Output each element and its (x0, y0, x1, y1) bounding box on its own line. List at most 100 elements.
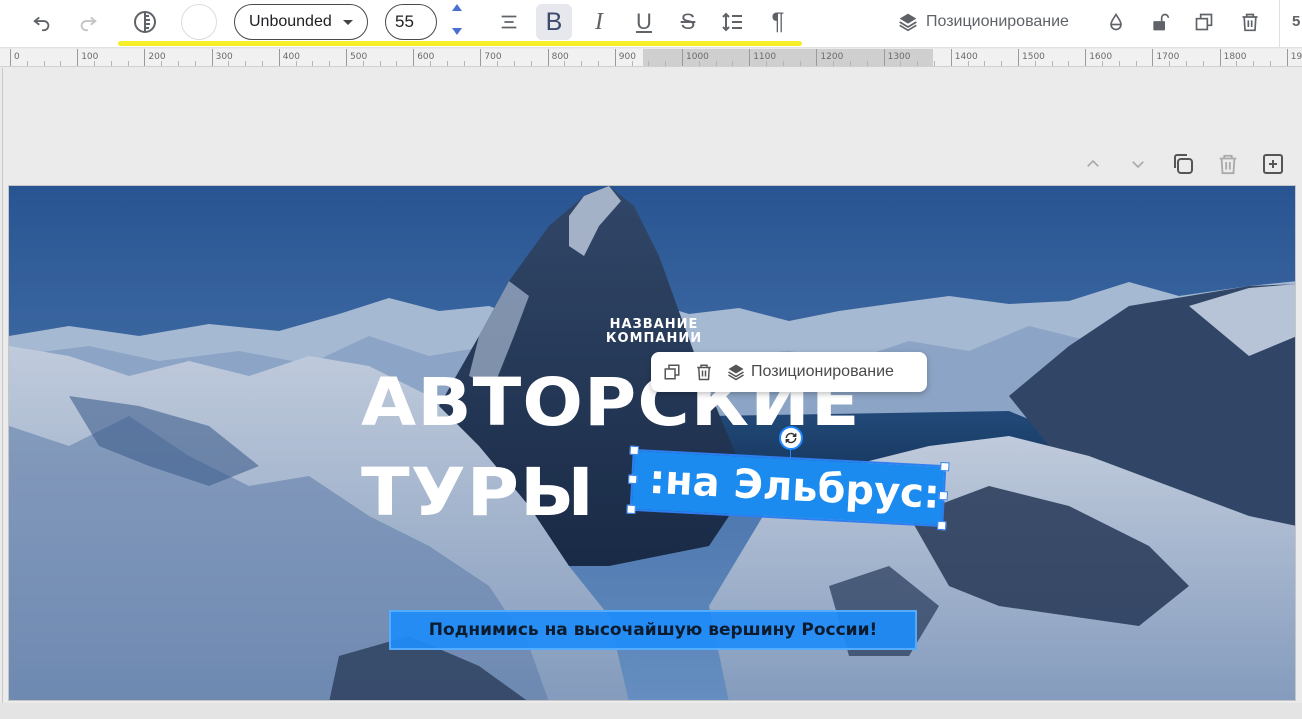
resize-handle-top-right[interactable] (940, 461, 950, 472)
ruler-minor-tick (900, 61, 902, 66)
font-size-increment-icon[interactable] (452, 4, 462, 11)
toolbar-overflow-label[interactable]: 5 (1292, 13, 1300, 30)
align-center-icon[interactable] (494, 6, 524, 38)
context-positioning-button[interactable]: Позиционирование (727, 363, 894, 381)
ruler-minor-tick (245, 61, 247, 66)
toolbar-divider (1279, 0, 1280, 48)
resize-handle-middle-left[interactable] (628, 474, 638, 485)
ruler-tick: 1500 (1018, 49, 1045, 66)
ruler-minor-tick (497, 61, 499, 66)
lock-icon[interactable] (1146, 6, 1174, 38)
ruler-minor-tick (463, 61, 465, 66)
resize-handle-middle-right[interactable] (938, 490, 949, 501)
toolbar-highlight (118, 41, 802, 46)
headline-line-2[interactable]: ТУРЫ (361, 458, 595, 528)
element-context-menu: Позиционирование (651, 352, 927, 392)
rotate-handle-icon[interactable] (779, 426, 803, 450)
text-color-swatch[interactable] (181, 4, 217, 40)
ruler-minor-tick (110, 61, 112, 66)
ruler-minor-tick (1253, 61, 1255, 66)
ruler-tick-label: 400 (282, 52, 300, 62)
duplicate-block-icon[interactable] (1170, 151, 1196, 177)
ruler-tick-label: 500 (350, 52, 368, 62)
resize-handle-top-left[interactable] (629, 445, 639, 456)
ruler-tick-label: 800 (551, 52, 569, 62)
ruler-tick: 200 (144, 49, 166, 66)
ruler-tick: 1200 (816, 49, 843, 66)
chevron-up-icon[interactable] (1080, 151, 1106, 177)
ruler-minor-tick (94, 61, 95, 66)
ruler-minor-tick (850, 61, 851, 66)
copy-icon[interactable] (663, 363, 681, 381)
ruler-tick: 1700 (1152, 49, 1179, 66)
ruler-tick-label: 200 (148, 52, 166, 62)
ruler-minor-tick (295, 61, 297, 66)
strikethrough-icon[interactable]: S (673, 6, 703, 38)
ruler-minor-tick (665, 61, 667, 66)
ruler-minor-tick (1236, 61, 1238, 66)
ruler-minor-tick (866, 61, 868, 66)
line-height-icon[interactable] (718, 6, 748, 38)
ruler-tick-label: 190 (1290, 52, 1302, 62)
ruler-minor-tick (514, 61, 515, 66)
ruler-minor-tick (43, 61, 45, 66)
positioning-button[interactable]: Позиционирование (898, 6, 1069, 38)
copy-icon[interactable] (1190, 6, 1218, 38)
fill-icon[interactable] (1102, 6, 1130, 38)
resize-handle-bottom-right[interactable] (937, 520, 947, 531)
ruler-tick-label: 600 (417, 52, 435, 62)
undo-icon[interactable] (28, 6, 56, 38)
ruler-minor-tick (262, 61, 263, 66)
ruler-minor-tick (1202, 61, 1204, 66)
canvas-bottom-strip (0, 703, 1302, 719)
font-size-value: 55 (395, 12, 414, 31)
ruler-tick-label: 0 (14, 52, 20, 62)
ruler-tick: 1000 (682, 49, 709, 66)
opacity-icon[interactable] (130, 6, 160, 38)
ruler-minor-tick (430, 61, 431, 66)
font-size-decrement-icon[interactable] (452, 28, 462, 35)
ruler-tick: 300 (211, 49, 233, 66)
underline-icon[interactable]: U (629, 6, 659, 38)
ruler-tick-label: 1200 (820, 52, 844, 62)
cta-banner-text[interactable]: Поднимись на высочайшую вершину России! (389, 610, 917, 650)
redo-icon[interactable] (74, 6, 102, 38)
ruler-tick-label: 1600 (1089, 52, 1113, 62)
add-block-icon[interactable] (1260, 151, 1286, 177)
ruler-tick: 700 (480, 49, 502, 66)
bold-icon[interactable]: B (536, 4, 572, 40)
font-family-select[interactable]: Unbounded (234, 4, 368, 40)
ruler-minor-tick (967, 61, 969, 66)
ruler-minor-tick (1169, 61, 1171, 66)
trash-icon[interactable] (1236, 6, 1264, 38)
font-size-input[interactable]: 55 (385, 4, 437, 40)
delete-block-icon[interactable] (1215, 151, 1241, 177)
ruler-minor-tick (917, 61, 919, 66)
ruler-minor-tick (766, 61, 767, 66)
italic-icon[interactable]: I (584, 6, 614, 38)
ruler-minor-tick (178, 61, 179, 66)
ruler-minor-tick (581, 61, 583, 66)
ruler-minor-tick (1118, 61, 1120, 66)
layers-icon (899, 13, 917, 32)
hero-banner[interactable]: НАЗВАНИЕ КОМПАНИИ АВТОРСКИЕ ТУРЫ Позицио… (8, 185, 1296, 701)
positioning-label: Позиционирование (926, 13, 1069, 30)
ruler-minor-tick (934, 61, 935, 66)
resize-handle-bottom-left[interactable] (626, 504, 636, 515)
company-name[interactable]: НАЗВАНИЕ КОМПАНИИ (593, 318, 715, 346)
trash-icon[interactable] (695, 362, 713, 382)
chevron-down-icon[interactable] (1125, 151, 1151, 177)
ruler-minor-tick (631, 61, 633, 66)
ruler-tick-label: 700 (484, 52, 502, 62)
highlight-text[interactable]: :на Эльбрус: (648, 456, 941, 519)
horizontal-ruler[interactable]: 0 100 200 300 400 500 600 700 800 900 1000 1100 1200… (0, 49, 1302, 67)
ruler-minor-tick (698, 61, 700, 66)
ruler-minor-tick (984, 61, 986, 66)
ruler-tick-label: 900 (618, 52, 636, 62)
ruler-tick-label: 1300 (887, 52, 911, 62)
ruler-minor-tick (1001, 61, 1003, 66)
ruler-tick-label: 1400 (954, 52, 978, 62)
paragraph-icon[interactable]: ¶ (763, 6, 793, 38)
ruler-minor-tick (1034, 61, 1036, 66)
ruler-tick: 1100 (749, 49, 776, 66)
